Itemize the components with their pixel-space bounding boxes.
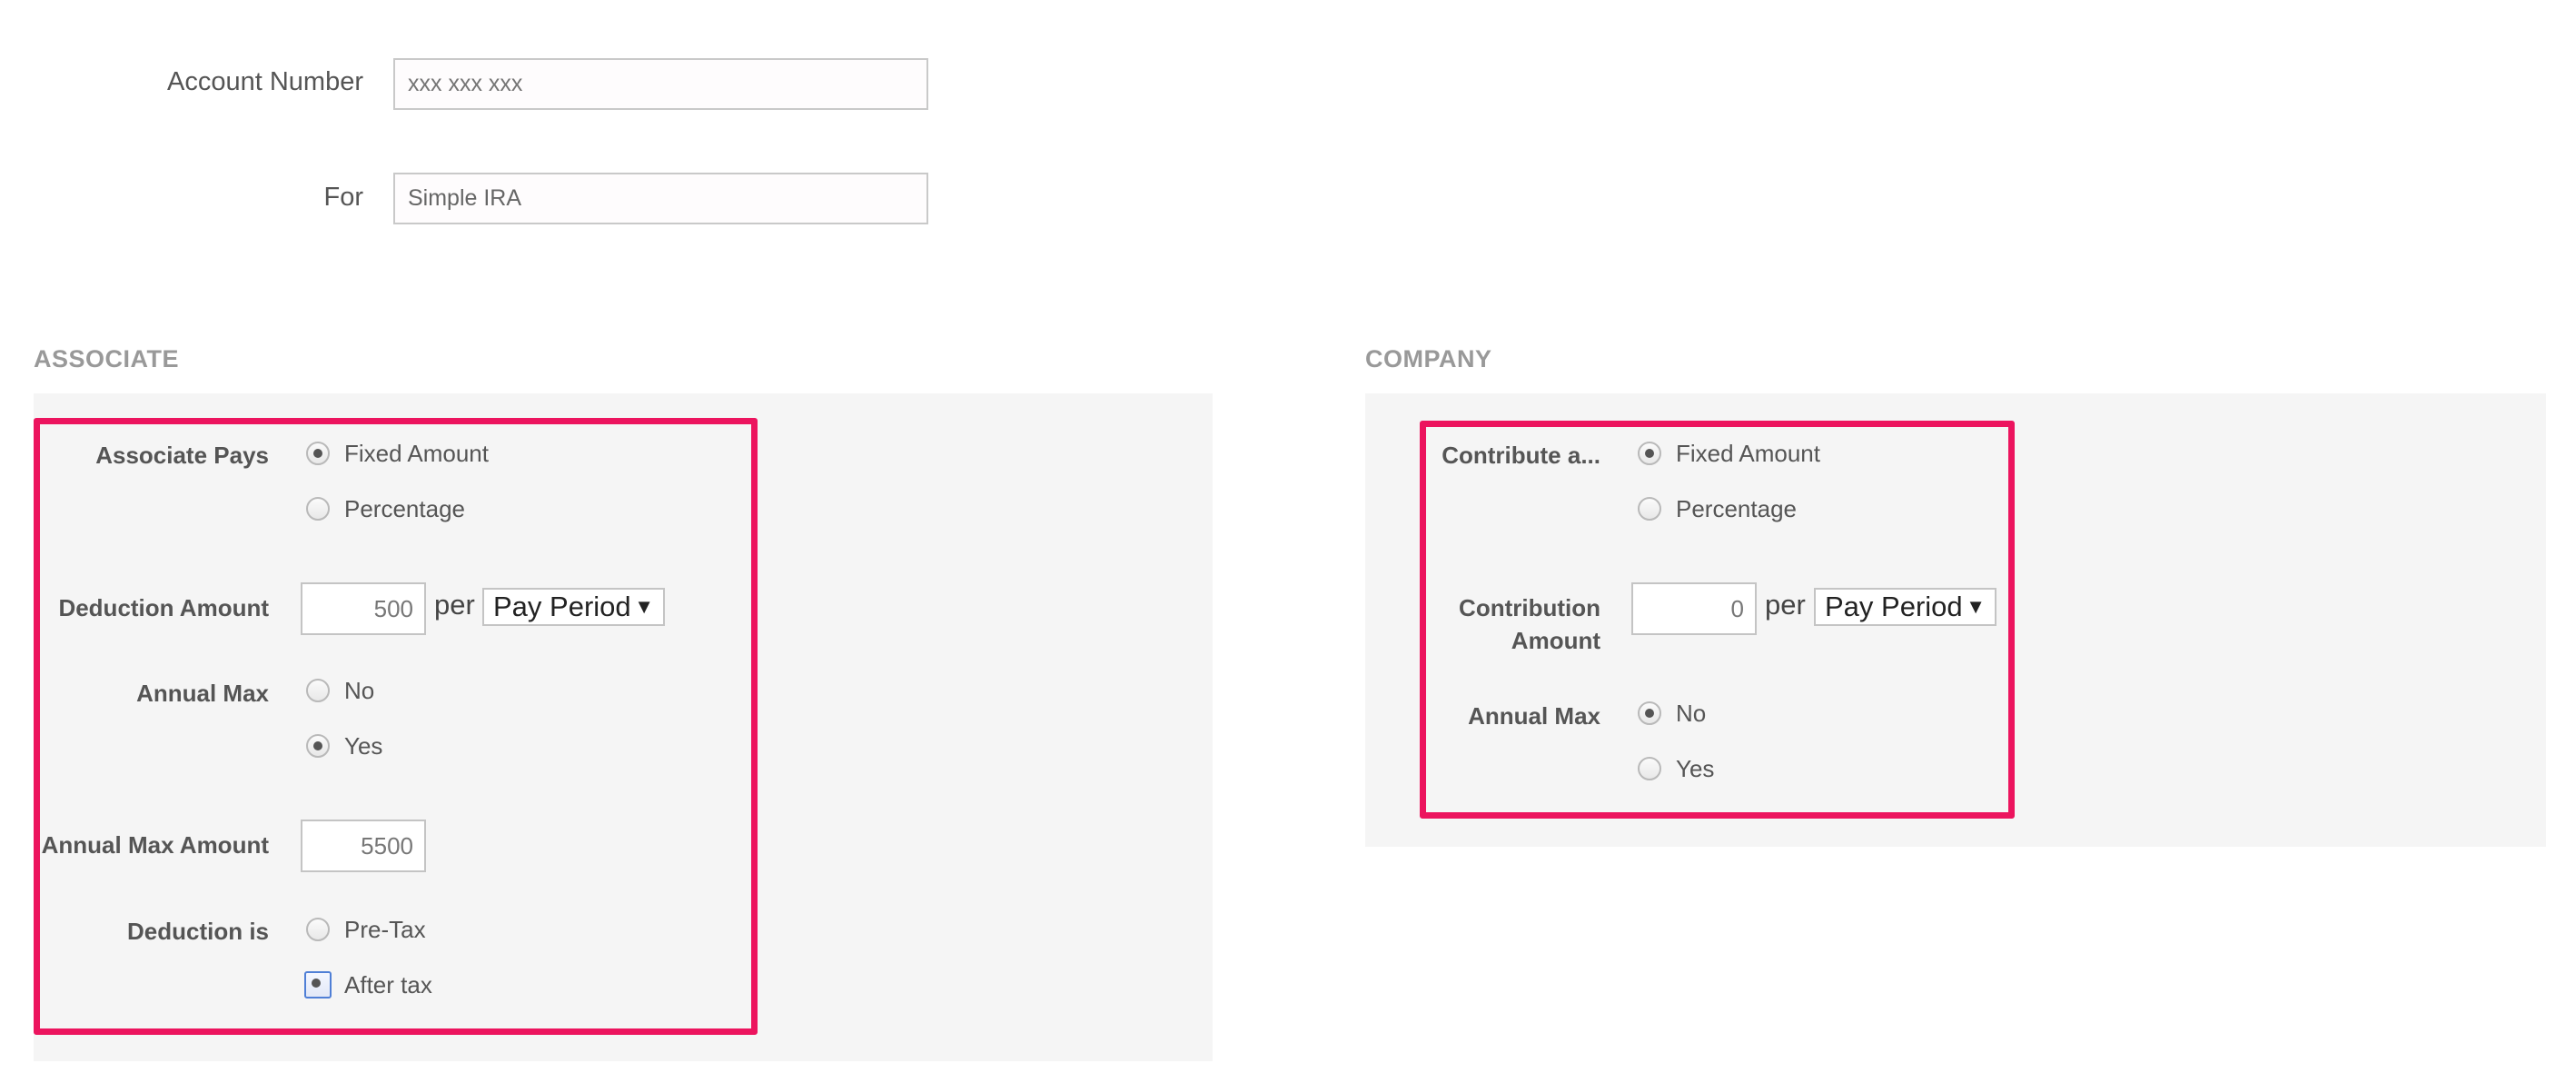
associate-pays-fixed-label[interactable]: Fixed Amount: [344, 440, 489, 467]
associate-period-value: Pay Period: [493, 591, 631, 622]
contribute-percentage-radio[interactable]: [1638, 497, 1661, 521]
associate-period-select[interactable]: Pay Period ▼: [482, 588, 665, 626]
company-annual-max-label: Annual Max: [1468, 702, 1600, 730]
company-period-value: Pay Period: [1825, 591, 1963, 622]
deduction-amount-label: Deduction Amount: [58, 594, 269, 621]
annual-max-amount-label: Annual Max Amount: [41, 831, 269, 859]
company-period-select[interactable]: Pay Period ▼: [1814, 588, 1996, 626]
page-root: { "account": { "account_number_label": "…: [0, 0, 2576, 1073]
company-annual-max-no-radio[interactable]: [1638, 701, 1661, 725]
associate-section-title: ASSOCIATE: [34, 345, 180, 373]
annual-max-no-radio[interactable]: [306, 679, 330, 702]
contribution-amount-label: Contribution Amount: [1459, 591, 1600, 657]
associate-pays-percentage-radio[interactable]: [306, 497, 330, 521]
contribute-percentage-label[interactable]: Percentage: [1676, 495, 1797, 522]
contribute-label: Contribute a...: [1442, 442, 1600, 469]
deduction-aftertax-radio[interactable]: [304, 971, 332, 998]
company-section-title: COMPANY: [1365, 345, 1492, 373]
associate-pays-label: Associate Pays: [95, 442, 269, 469]
contribute-fixed-label[interactable]: Fixed Amount: [1676, 440, 1820, 467]
associate-pays-percentage-label[interactable]: Percentage: [344, 495, 465, 522]
deduction-aftertax-label[interactable]: After tax: [344, 971, 432, 998]
associate-pays-fixed-radio[interactable]: [306, 442, 330, 465]
contribute-fixed-radio[interactable]: [1638, 442, 1661, 465]
dropdown-arrow-icon: ▼: [1966, 595, 1986, 618]
contribution-amount-label-line2: Amount: [1511, 627, 1600, 654]
account-number-label: Account Number: [167, 67, 363, 96]
company-annual-max-yes-label[interactable]: Yes: [1676, 755, 1714, 782]
annual-max-label: Annual Max: [136, 680, 269, 707]
deduction-pretax-label[interactable]: Pre-Tax: [344, 916, 426, 943]
deduction-pretax-radio[interactable]: [306, 918, 330, 941]
for-input[interactable]: [393, 173, 928, 224]
deduction-is-label: Deduction is: [126, 918, 269, 945]
company-per-label: per: [1765, 589, 1806, 621]
annual-max-amount-input[interactable]: [301, 820, 426, 872]
contribution-amount-input[interactable]: [1631, 582, 1757, 635]
account-number-input[interactable]: [393, 58, 928, 110]
company-annual-max-no-label[interactable]: No: [1676, 700, 1706, 727]
annual-max-yes-radio[interactable]: [306, 734, 330, 758]
associate-per-label: per: [434, 589, 475, 621]
company-annual-max-yes-radio[interactable]: [1638, 757, 1661, 780]
for-label: For: [323, 183, 364, 212]
annual-max-no-label[interactable]: No: [344, 677, 374, 704]
deduction-amount-input[interactable]: [301, 582, 426, 635]
annual-max-yes-label[interactable]: Yes: [344, 732, 382, 760]
contribution-amount-label-line1: Contribution: [1459, 594, 1600, 621]
dropdown-arrow-icon: ▼: [634, 595, 654, 618]
